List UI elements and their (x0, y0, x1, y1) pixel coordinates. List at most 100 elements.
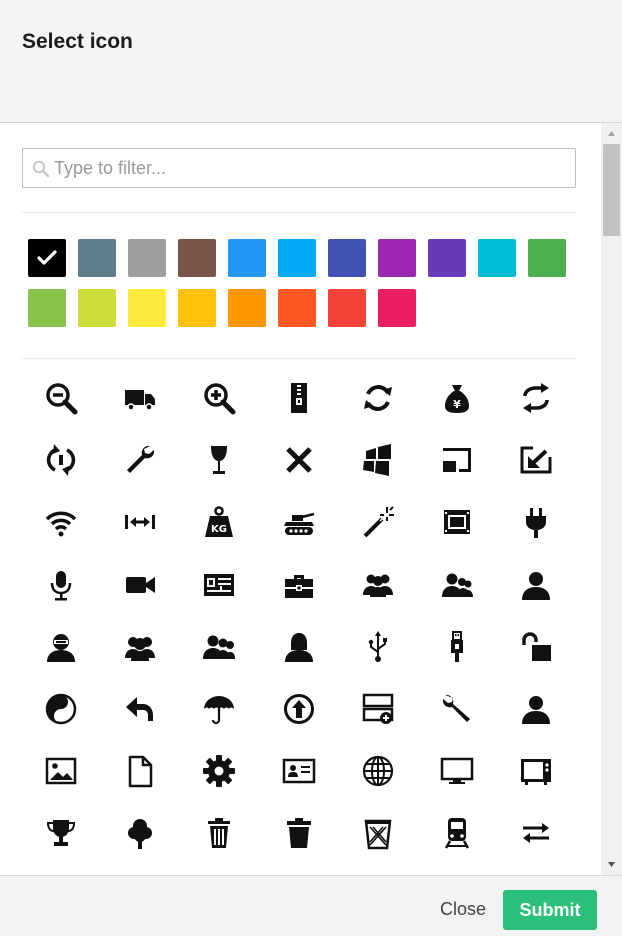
recycle-bin-icon (364, 820, 392, 850)
icon-option[interactable] (427, 497, 487, 547)
filter-field[interactable] (22, 148, 576, 188)
video-file-icon (444, 510, 470, 535)
icon-option[interactable] (269, 497, 329, 547)
icon-option[interactable] (110, 560, 170, 610)
icon-option[interactable] (427, 560, 487, 610)
icon-option[interactable] (110, 684, 170, 734)
icon-option[interactable] (506, 808, 566, 858)
color-swatch[interactable] (28, 239, 66, 277)
icon-option[interactable] (110, 622, 170, 672)
icon-option[interactable] (427, 435, 487, 485)
icon-option[interactable] (31, 808, 91, 858)
color-swatch[interactable] (328, 289, 366, 327)
icon-option[interactable] (348, 746, 408, 796)
color-swatch[interactable] (428, 239, 466, 277)
icon-option[interactable] (427, 808, 487, 858)
scroll-up-icon[interactable] (606, 128, 617, 139)
icon-option[interactable] (506, 684, 566, 734)
icon-option[interactable]: ¥ (427, 373, 487, 423)
icon-option[interactable] (348, 373, 408, 423)
dialog-footer: Close Submit (0, 875, 622, 936)
scrollbar[interactable] (601, 123, 622, 875)
submit-button[interactable]: Submit (503, 890, 597, 930)
toolbox-icon (284, 574, 313, 598)
icon-option[interactable] (427, 746, 487, 796)
icon-option[interactable] (348, 560, 408, 610)
color-swatch[interactable] (478, 239, 516, 277)
icon-option[interactable] (31, 560, 91, 610)
icon-option[interactable] (506, 435, 566, 485)
icon-option[interactable] (348, 684, 408, 734)
icon-option[interactable] (506, 497, 566, 547)
icon-option[interactable] (110, 808, 170, 858)
color-swatch[interactable] (178, 239, 216, 277)
icon-option[interactable] (31, 497, 91, 547)
icon-option[interactable] (110, 435, 170, 485)
undo-icon (126, 697, 154, 721)
icon-option[interactable] (110, 497, 170, 547)
icon-option[interactable] (506, 746, 566, 796)
scroll-down-icon[interactable] (606, 859, 617, 870)
divider (22, 358, 576, 359)
icon-option[interactable] (427, 684, 487, 734)
icon-option[interactable] (189, 560, 249, 610)
icon-option[interactable] (189, 435, 249, 485)
color-swatch[interactable] (228, 239, 266, 277)
icon-option[interactable] (348, 435, 408, 485)
gear-icon (203, 755, 236, 788)
icon-option[interactable] (31, 684, 91, 734)
checkmark-icon (37, 250, 57, 265)
color-swatch[interactable] (378, 239, 416, 277)
icon-option[interactable] (348, 497, 408, 547)
filter-input[interactable] (54, 153, 564, 183)
color-swatch[interactable] (278, 239, 316, 277)
icon-option[interactable] (269, 435, 329, 485)
tank-icon (283, 513, 314, 536)
icon-option[interactable] (189, 808, 249, 858)
icon-option[interactable] (31, 622, 91, 672)
icon-option[interactable] (189, 373, 249, 423)
color-swatch[interactable] (78, 289, 116, 327)
color-swatch[interactable] (228, 289, 266, 327)
icon-option[interactable] (506, 560, 566, 610)
search-icon (32, 160, 50, 178)
color-swatch[interactable] (528, 239, 566, 277)
icon-option[interactable] (269, 808, 329, 858)
zip-file-icon (290, 383, 307, 413)
icon-option[interactable] (189, 746, 249, 796)
color-swatch[interactable] (128, 239, 166, 277)
color-swatch[interactable] (78, 239, 116, 277)
close-button[interactable]: Close (428, 890, 498, 928)
color-swatch[interactable] (378, 289, 416, 327)
icon-option[interactable] (189, 622, 249, 672)
cast-icon (443, 448, 471, 473)
icon-option[interactable] (348, 622, 408, 672)
user-group-alt-icon (203, 635, 236, 659)
icon-option[interactable] (348, 808, 408, 858)
icon-option[interactable] (269, 746, 329, 796)
icon-option[interactable] (269, 684, 329, 734)
color-swatch[interactable] (328, 239, 366, 277)
icon-option[interactable] (506, 622, 566, 672)
icon-option[interactable] (427, 622, 487, 672)
scrollbar-thumb[interactable] (603, 144, 620, 236)
icon-option[interactable] (269, 560, 329, 610)
transfer-icon (523, 823, 550, 844)
icon-option[interactable] (506, 373, 566, 423)
svg-text:¥: ¥ (453, 398, 461, 411)
icon-option[interactable] (269, 622, 329, 672)
color-swatch[interactable] (128, 289, 166, 327)
wine-glass-icon (211, 446, 228, 475)
icon-option[interactable] (31, 746, 91, 796)
icon-option[interactable] (110, 746, 170, 796)
icon-option[interactable] (269, 373, 329, 423)
icon-option[interactable] (31, 373, 91, 423)
color-swatch[interactable] (178, 289, 216, 327)
icon-option[interactable] (31, 435, 91, 485)
truck-icon (125, 390, 156, 411)
icon-option[interactable]: KG (189, 497, 249, 547)
icon-option[interactable] (110, 373, 170, 423)
color-swatch[interactable] (28, 289, 66, 327)
color-swatch[interactable] (278, 289, 316, 327)
icon-option[interactable] (189, 684, 249, 734)
